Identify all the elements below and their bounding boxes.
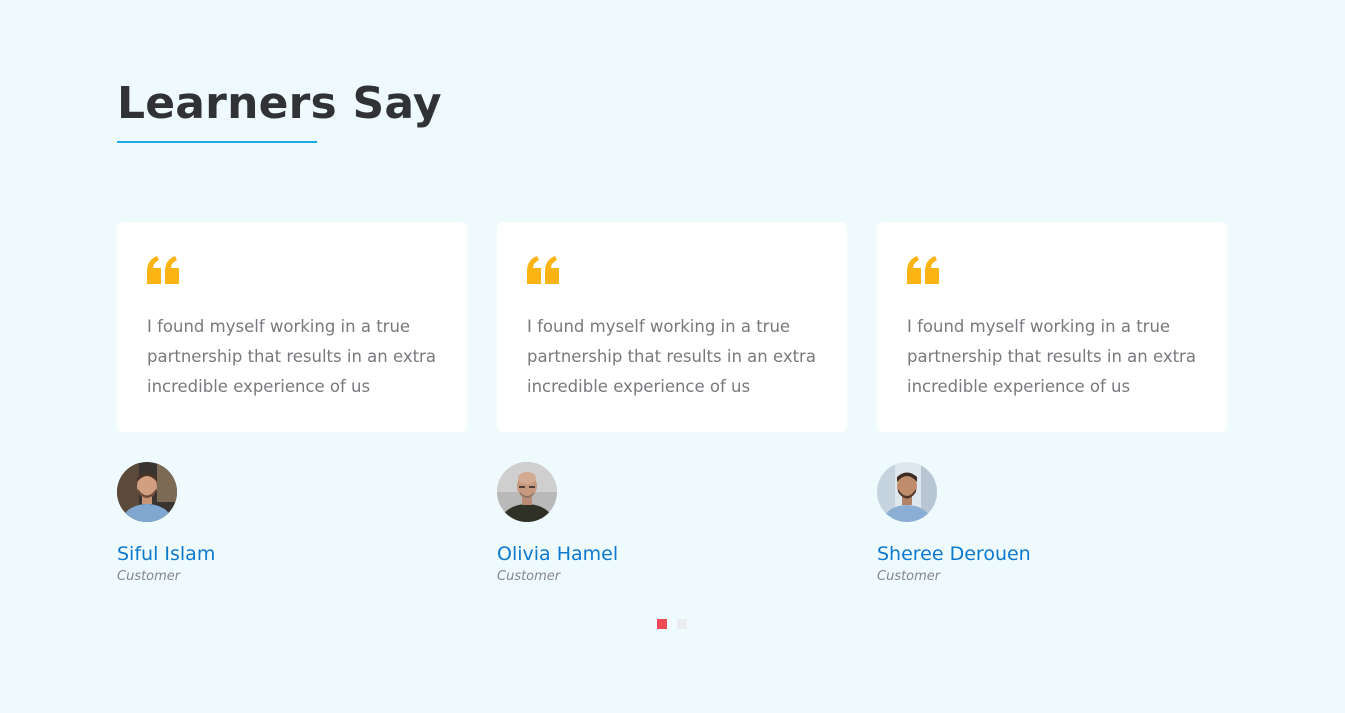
customer-name: Olivia Hamel bbox=[497, 543, 619, 565]
quote-icon bbox=[147, 256, 179, 284]
testimonial-card: I found myself working in a true partner… bbox=[497, 222, 847, 432]
testimonials-section: Learners Say I found myself working in a… bbox=[0, 0, 1345, 713]
avatar bbox=[497, 462, 557, 522]
testimonial-card: I found myself working in a true partner… bbox=[117, 222, 467, 432]
testimonial-slide: I found myself working in a true partner… bbox=[117, 222, 467, 586]
title-underline bbox=[117, 141, 317, 143]
pagination-dot[interactable] bbox=[677, 619, 687, 629]
testimonial-slide: I found myself working in a true partner… bbox=[497, 222, 847, 586]
testimonial-quote: I found myself working in a true partner… bbox=[527, 317, 816, 396]
testimonial-slider[interactable]: I found myself working in a true partner… bbox=[117, 222, 1227, 602]
testimonial-quote: I found myself working in a true partner… bbox=[147, 317, 436, 396]
quote-icon bbox=[527, 256, 559, 284]
customer-name: Siful Islam bbox=[117, 543, 216, 565]
customer-name: Sheree Derouen bbox=[877, 543, 1031, 565]
quote-icon bbox=[907, 256, 939, 284]
customer-role: Customer bbox=[117, 569, 181, 584]
testimonial-quote: I found myself working in a true partner… bbox=[907, 317, 1196, 396]
testimonial-slide: I found myself working in a true partner… bbox=[877, 222, 1227, 586]
customer-role: Customer bbox=[877, 569, 941, 584]
customer-role: Customer bbox=[497, 569, 561, 584]
avatar bbox=[877, 462, 937, 522]
slider-pagination bbox=[657, 619, 687, 629]
testimonial-card: I found myself working in a true partner… bbox=[877, 222, 1227, 432]
section-title: Learners Say bbox=[117, 78, 442, 129]
avatar bbox=[117, 462, 177, 522]
pagination-dot-active[interactable] bbox=[657, 619, 667, 629]
